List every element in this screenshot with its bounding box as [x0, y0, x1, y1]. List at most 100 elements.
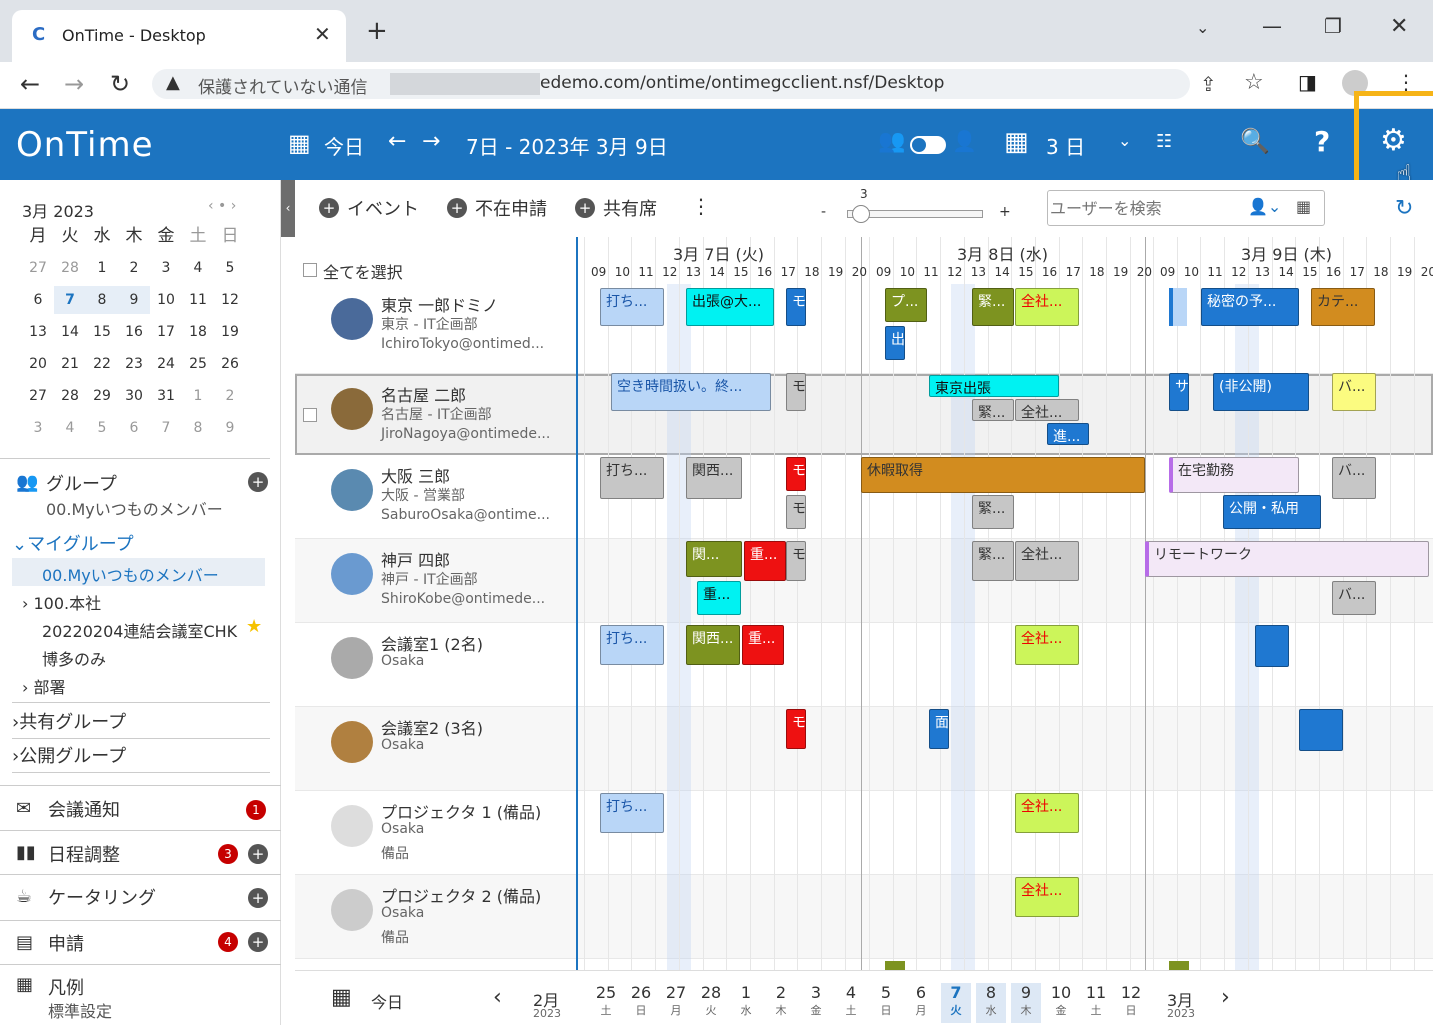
bottom-today-button[interactable]: 今日: [371, 989, 403, 1013]
my-group-item[interactable]: › 部署: [22, 674, 66, 698]
calendar-event[interactable]: 緊...: [972, 288, 1014, 326]
restore-icon[interactable]: ❐: [1324, 14, 1342, 38]
window-close-icon[interactable]: ✕: [1390, 14, 1408, 39]
calendar-days-icon[interactable]: ▦: [1004, 127, 1029, 157]
forward-icon[interactable]: →: [64, 70, 84, 98]
add-group-icon[interactable]: +: [248, 472, 268, 492]
share-icon[interactable]: ⇪: [1200, 72, 1217, 96]
calendar-event[interactable]: 関...: [686, 541, 742, 577]
add-catering-icon[interactable]: +: [248, 888, 268, 908]
calendar-day[interactable]: 20: [22, 350, 54, 378]
person-row[interactable]: 東京 一郎ドミノ 東京 - IT企画部 IchiroTokyo@ontimed...: [295, 284, 576, 364]
calendar-event[interactable]: 打ち...: [600, 288, 664, 326]
sidebar-collapse-button[interactable]: ‹: [281, 180, 295, 237]
calendar-event[interactable]: 空き時間扱い。終...: [611, 373, 771, 411]
bottom-date[interactable]: 27 月: [661, 983, 691, 1023]
calendar-event[interactable]: 秘密の予...: [1201, 288, 1299, 326]
bottom-date[interactable]: 6月: [906, 983, 936, 1023]
my-group-item[interactable]: 20220204連結会議室CHK: [42, 618, 237, 642]
calendar-day[interactable]: 3: [22, 414, 54, 442]
calendar-day[interactable]: 15: [86, 318, 118, 346]
shared-seat-button[interactable]: 共有席: [603, 195, 657, 221]
calendar-day[interactable]: 4: [54, 414, 86, 442]
bottom-date[interactable]: 2木: [766, 983, 796, 1023]
tab-list-icon[interactable]: ⌄: [1196, 18, 1209, 37]
calendar-day[interactable]: 22: [86, 350, 118, 378]
calendar-event[interactable]: バ...: [1332, 457, 1376, 499]
chevron-down-icon[interactable]: ⌄: [1118, 131, 1131, 150]
url-field[interactable]: ▲ 保護されていない通信 edemo.com/ontime/ontimegccl…: [152, 69, 1190, 99]
calendar-event[interactable]: 打ち...: [600, 457, 664, 499]
my-group-item-selected[interactable]: 00.Myいつものメンバー: [12, 558, 265, 586]
prev-arrow-icon[interactable]: ←: [388, 129, 406, 154]
calendar-day[interactable]: 9: [118, 286, 150, 314]
calendar-day[interactable]: 12: [214, 286, 246, 314]
calendar-day[interactable]: 13: [22, 318, 54, 346]
side-panel-icon[interactable]: ◨: [1298, 70, 1317, 94]
shared-group-toggle[interactable]: ›共有グループ: [12, 708, 126, 734]
calendar-today-icon[interactable]: ▦: [288, 129, 311, 157]
calendar-day[interactable]: 31: [150, 382, 182, 410]
my-group-toggle[interactable]: ⌄マイグループ: [12, 530, 134, 556]
calendar-day[interactable]: 17: [150, 318, 182, 346]
calendar-day[interactable]: 8: [182, 414, 214, 442]
calendar-event[interactable]: 公開・私用: [1223, 495, 1321, 529]
bottom-date[interactable]: 8水: [976, 983, 1006, 1023]
calendar-day[interactable]: 1: [182, 382, 214, 410]
calendar-event[interactable]: 全社...: [1015, 793, 1079, 833]
groups-label[interactable]: グループ: [46, 470, 117, 496]
refresh-icon[interactable]: ↻: [1395, 196, 1413, 221]
calendar-day[interactable]: 14: [54, 318, 86, 346]
person-row[interactable]: 名古屋 二郎 名古屋 - IT企画部 JiroNagoya@ontimede...: [295, 374, 576, 454]
bottom-date[interactable]: 3金: [801, 983, 831, 1023]
calendar-event[interactable]: カテ...: [1311, 288, 1375, 326]
calendar-day[interactable]: 2: [214, 382, 246, 410]
gear-icon[interactable]: ⚙: [1380, 123, 1407, 158]
add-request-icon[interactable]: +: [248, 932, 268, 952]
single-user-icon[interactable]: 👤: [952, 129, 977, 153]
calendar-event[interactable]: プ...: [885, 288, 927, 322]
select-all-checkbox[interactable]: [303, 263, 317, 277]
bottom-date[interactable]: 1水: [731, 983, 761, 1023]
calendar-day[interactable]: 24: [150, 350, 182, 378]
calendar-day[interactable]: 6: [118, 414, 150, 442]
bottom-date[interactable]: 28 火: [696, 983, 726, 1023]
calendar-event[interactable]: 打ち...: [600, 793, 664, 833]
bottom-date[interactable]: 4土: [836, 983, 866, 1023]
calendar-day[interactable]: 29: [86, 382, 118, 410]
my-group-item[interactable]: 博多のみ: [42, 646, 106, 670]
calendar-event[interactable]: 打ち...: [600, 625, 664, 665]
calendar-day[interactable]: 28: [54, 254, 86, 282]
calendar-event[interactable]: モ: [786, 495, 806, 529]
calendar-day[interactable]: 3: [150, 254, 182, 282]
calendar-day[interactable]: 10: [150, 286, 182, 314]
meeting-notice-item[interactable]: 会議通知: [48, 796, 120, 822]
calendar-day[interactable]: 6: [22, 286, 54, 314]
calendar-event[interactable]: バ...: [1332, 581, 1376, 615]
calendar-event[interactable]: (非公開): [1213, 373, 1309, 411]
calendar-event[interactable]: 関西...: [686, 457, 742, 499]
calendar-today-icon[interactable]: ▦: [331, 985, 352, 1010]
mini-calendar-nav-icon[interactable]: ‹ • ›: [208, 198, 236, 214]
calendar-event[interactable]: リモートワーク: [1145, 541, 1429, 577]
bottom-date[interactable]: 26 日: [626, 983, 656, 1023]
calendar-day[interactable]: 21: [54, 350, 86, 378]
bottom-date[interactable]: 12 日: [1116, 983, 1146, 1023]
browser-tab[interactable]: C OnTime - Desktop ✕: [12, 10, 346, 62]
bottom-date[interactable]: 5日: [871, 983, 901, 1023]
legend-item[interactable]: 凡例: [48, 974, 84, 1000]
zoom-minus[interactable]: -: [821, 204, 826, 220]
calendar-event[interactable]: [1255, 625, 1289, 667]
calendar-day[interactable]: 2: [118, 254, 150, 282]
calendar-event[interactable]: 重...: [697, 581, 741, 615]
more-menu-icon[interactable]: ⋮: [691, 194, 711, 218]
add-schedule-icon[interactable]: +: [248, 844, 268, 864]
calendar-event[interactable]: モ: [786, 709, 806, 749]
calendar-day[interactable]: 27: [22, 254, 54, 282]
add-absence-icon[interactable]: +: [447, 198, 467, 218]
view-days-select[interactable]: 3 日: [1046, 131, 1085, 160]
calendar-day[interactable]: 5: [86, 414, 118, 442]
new-tab-icon[interactable]: +: [366, 16, 388, 46]
zoom-plus[interactable]: +: [999, 204, 1011, 220]
calendar-day[interactable]: 30: [118, 382, 150, 410]
